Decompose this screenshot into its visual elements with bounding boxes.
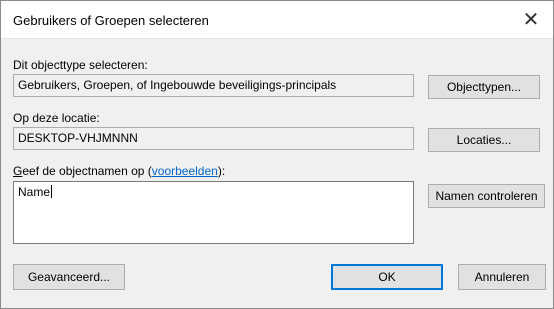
locations-button[interactable]: Locaties...: [428, 128, 540, 152]
dialog-title: Gebruikers of Groepen selecteren: [13, 13, 209, 28]
location-field: DESKTOP-VHJMNNN: [13, 127, 414, 150]
names-label-accelerator: G: [13, 164, 23, 178]
names-label-text: eef de objectnamen op (: [22, 164, 152, 178]
text-caret: [51, 185, 53, 198]
select-users-dialog: Gebruikers of Groepen selecteren ✕ Dit o…: [0, 0, 554, 309]
check-names-button[interactable]: Namen controleren: [428, 184, 545, 208]
cancel-button[interactable]: Annuleren: [458, 264, 546, 290]
names-label: Geef de objectnamen op (voorbeelden):: [13, 164, 225, 178]
object-names-input[interactable]: Name: [13, 181, 414, 244]
title-bar: Gebruikers of Groepen selecteren ✕: [1, 1, 553, 39]
advanced-button[interactable]: Geavanceerd...: [13, 264, 125, 290]
object-type-field: Gebruikers, Groepen, of Ingebouwde bevei…: [13, 74, 414, 97]
object-type-label: Dit objecttype selecteren:: [13, 58, 148, 72]
close-icon[interactable]: ✕: [515, 5, 547, 33]
location-label: Op deze locatie:: [13, 111, 100, 125]
object-names-value: Name: [18, 185, 51, 199]
names-label-end: ):: [217, 164, 226, 178]
ok-button[interactable]: OK: [331, 264, 443, 290]
object-types-button[interactable]: Objecttypen...: [428, 75, 540, 99]
examples-link[interactable]: voorbeelden: [152, 164, 218, 178]
